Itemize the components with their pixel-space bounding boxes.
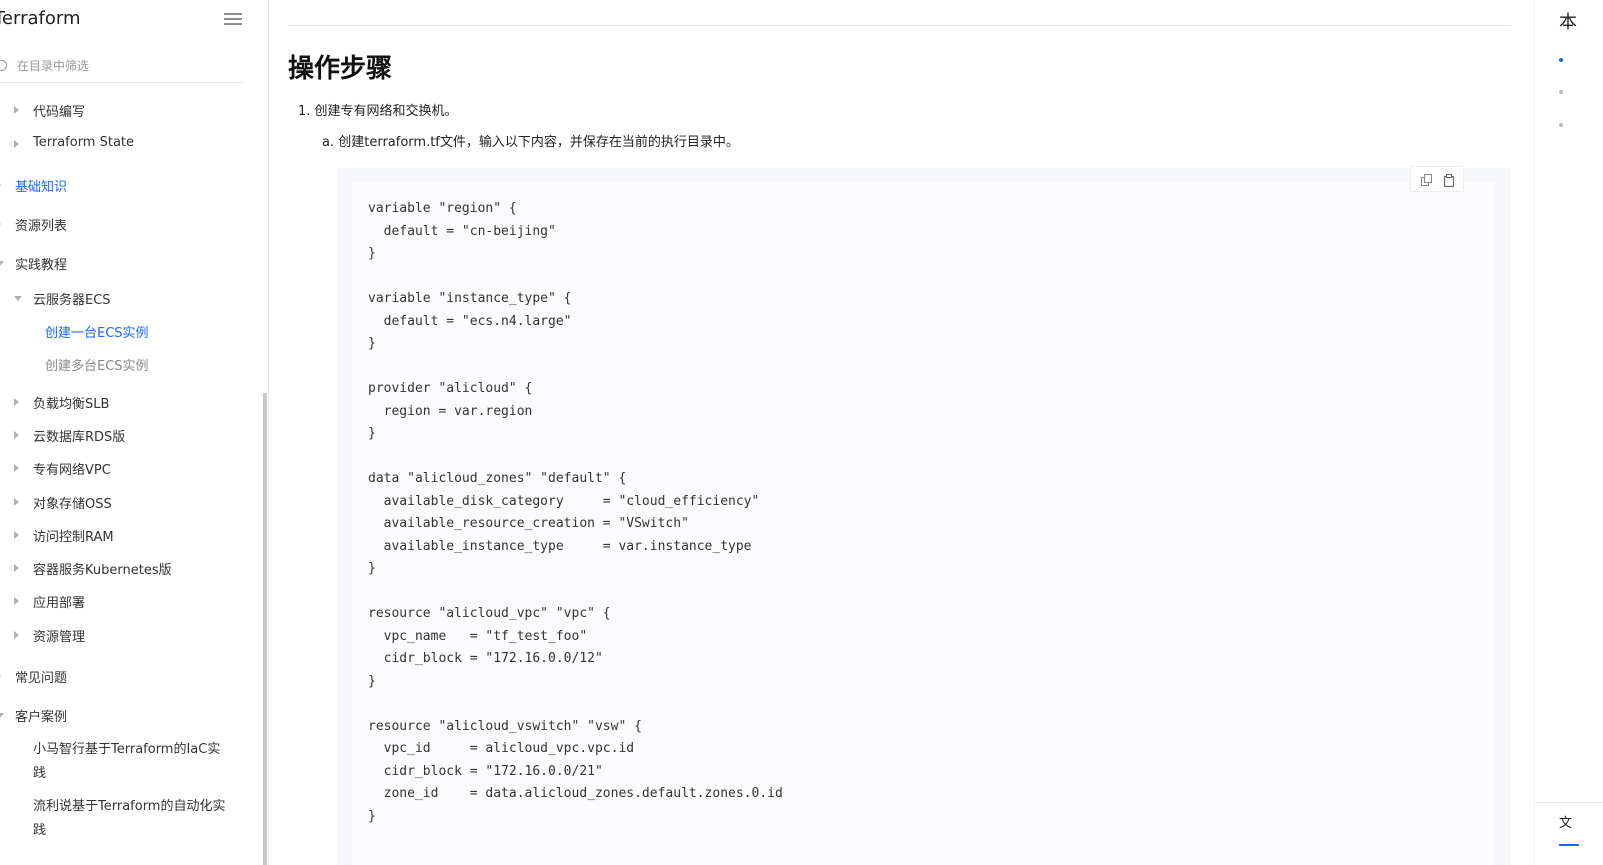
hamburger-menu-icon[interactable]: [224, 10, 242, 28]
caret-right-icon: [14, 597, 19, 605]
sidebar: Terraform 代码编写 Terraform State 基础知识 资源列表…: [0, 0, 269, 865]
sidebar-item-ram[interactable]: 访问控制RAM: [14, 526, 114, 545]
caret-right-icon: [14, 140, 19, 148]
caret-right-icon: [14, 464, 19, 472]
toc-dot[interactable]: [1559, 90, 1563, 94]
sidebar-filter-input[interactable]: [15, 58, 239, 74]
sidebar-item-label: 代码编写: [33, 105, 86, 120]
caret-down-icon: [0, 261, 4, 266]
sidebar-item-rds[interactable]: 云数据库RDS版: [14, 426, 125, 445]
sidebar-item-label: 创建一台ECS实例: [45, 326, 149, 341]
caret-right-icon: [14, 564, 19, 572]
sidebar-item-label: 云服务器ECS: [33, 293, 111, 308]
sidebar-item-label: 访问控制RAM: [33, 530, 114, 545]
sidebar-item-label: 云数据库RDS版: [33, 430, 126, 445]
sidebar-title[interactable]: Terraform: [0, 8, 81, 29]
sidebar-item-app-deploy[interactable]: 应用部署: [14, 592, 85, 611]
sidebar-header: Terraform: [0, 0, 268, 40]
sidebar-item-label: 负载均衡SLB: [33, 397, 110, 412]
sidebar-item-label: 基础知识: [15, 180, 68, 195]
sidebar-item-resource-management[interactable]: 资源管理: [14, 626, 85, 645]
code-block: variable "region" { default = "cn-beijin…: [338, 168, 1510, 865]
code-content[interactable]: variable "region" { default = "cn-beijin…: [368, 198, 783, 828]
section-heading: 操作步骤: [288, 54, 393, 84]
rail-bottom-tab[interactable]: 文: [1559, 812, 1572, 831]
caret-right-icon: [14, 431, 19, 439]
sidebar-item-label: 小马智行基于Terraform的IaC实践: [33, 742, 221, 781]
caret-right-icon: [14, 498, 19, 506]
sidebar-item-label: 客户案例: [15, 710, 68, 725]
code-toolbar: [1410, 166, 1464, 192]
sidebar-item-label: 应用部署: [33, 596, 86, 611]
sidebar-item-faq[interactable]: 常见问题: [0, 667, 67, 686]
table-of-contents-rail: 本 文: [1534, 0, 1603, 865]
sidebar-item-ecs[interactable]: 云服务器ECS: [14, 289, 111, 308]
step-1a-text: a. 创建terraform.tf文件，输入以下内容，并保存在当前的执行目录中。: [322, 135, 739, 150]
caret-down-icon: [0, 713, 4, 718]
tab-underline: [1559, 844, 1579, 846]
sidebar-item-terraform-state[interactable]: Terraform State: [14, 135, 134, 150]
copy-icon[interactable]: [1421, 172, 1433, 186]
caret-right-icon: [0, 220, 1, 228]
caret-down-icon: [14, 296, 22, 301]
caret-right-icon: [0, 672, 1, 680]
sidebar-item-basics[interactable]: 基础知识: [0, 176, 67, 195]
sidebar-item-customer-cases[interactable]: 客户案例: [0, 706, 67, 725]
sidebar-item-label: 对象存储OSS: [33, 497, 112, 512]
caret-right-icon: [14, 631, 19, 639]
sidebar-item-tutorials[interactable]: 实践教程: [0, 254, 67, 273]
sidebar-item-code-writing[interactable]: 代码编写: [14, 101, 85, 120]
sidebar-item-create-one-ecs[interactable]: 创建一台ECS实例: [45, 322, 149, 341]
code-block-body: variable "region" { default = "cn-beijin…: [352, 182, 1495, 865]
step-1-text: 1. 创建专有网络和交换机。: [298, 104, 458, 119]
sidebar-search: [0, 52, 244, 83]
sidebar-scrollbar[interactable]: [263, 393, 267, 865]
sidebar-item-oss[interactable]: 对象存储OSS: [14, 493, 112, 512]
sidebar-item-label: 专有网络VPC: [33, 463, 111, 478]
caret-right-icon: [14, 531, 19, 539]
sidebar-item-label: 流利说基于Terraform的自动化实践: [33, 799, 226, 838]
sidebar-item-label: 容器服务Kubernetes版: [33, 563, 172, 578]
toc-dot[interactable]: [1559, 123, 1563, 127]
divider: [1535, 802, 1603, 803]
sidebar-item-label: 创建多台ECS实例: [45, 359, 149, 374]
toc-title: 本: [1559, 12, 1577, 33]
sidebar-item-label: 常见问题: [15, 671, 68, 686]
sidebar-item-case-pony[interactable]: 小马智行基于Terraform的IaC实践: [33, 738, 229, 786]
caret-right-icon: [0, 181, 1, 189]
sidebar-item-label: 资源列表: [15, 219, 68, 234]
toc-dot-active[interactable]: [1559, 58, 1563, 62]
sidebar-item-label: 实践教程: [15, 258, 68, 273]
sidebar-item-kubernetes[interactable]: 容器服务Kubernetes版: [14, 559, 172, 578]
sidebar-item-slb[interactable]: 负载均衡SLB: [14, 393, 109, 412]
sidebar-item-label: 资源管理: [33, 630, 86, 645]
sidebar-item-case-liulishuo[interactable]: 流利说基于Terraform的自动化实践: [33, 795, 229, 843]
main-content: 操作步骤 1. 创建专有网络和交换机。 a. 创建terraform.tf文件，…: [288, 0, 1510, 865]
divider: [288, 25, 1510, 26]
clipboard-icon[interactable]: [1443, 172, 1455, 188]
caret-right-icon: [14, 106, 19, 114]
sidebar-item-resource-list[interactable]: 资源列表: [0, 215, 67, 234]
search-icon: [0, 60, 7, 71]
caret-right-icon: [14, 398, 19, 406]
sidebar-item-label: Terraform State: [33, 135, 135, 150]
sidebar-item-vpc[interactable]: 专有网络VPC: [14, 459, 111, 478]
sidebar-item-create-multiple-ecs[interactable]: 创建多台ECS实例: [45, 355, 149, 374]
